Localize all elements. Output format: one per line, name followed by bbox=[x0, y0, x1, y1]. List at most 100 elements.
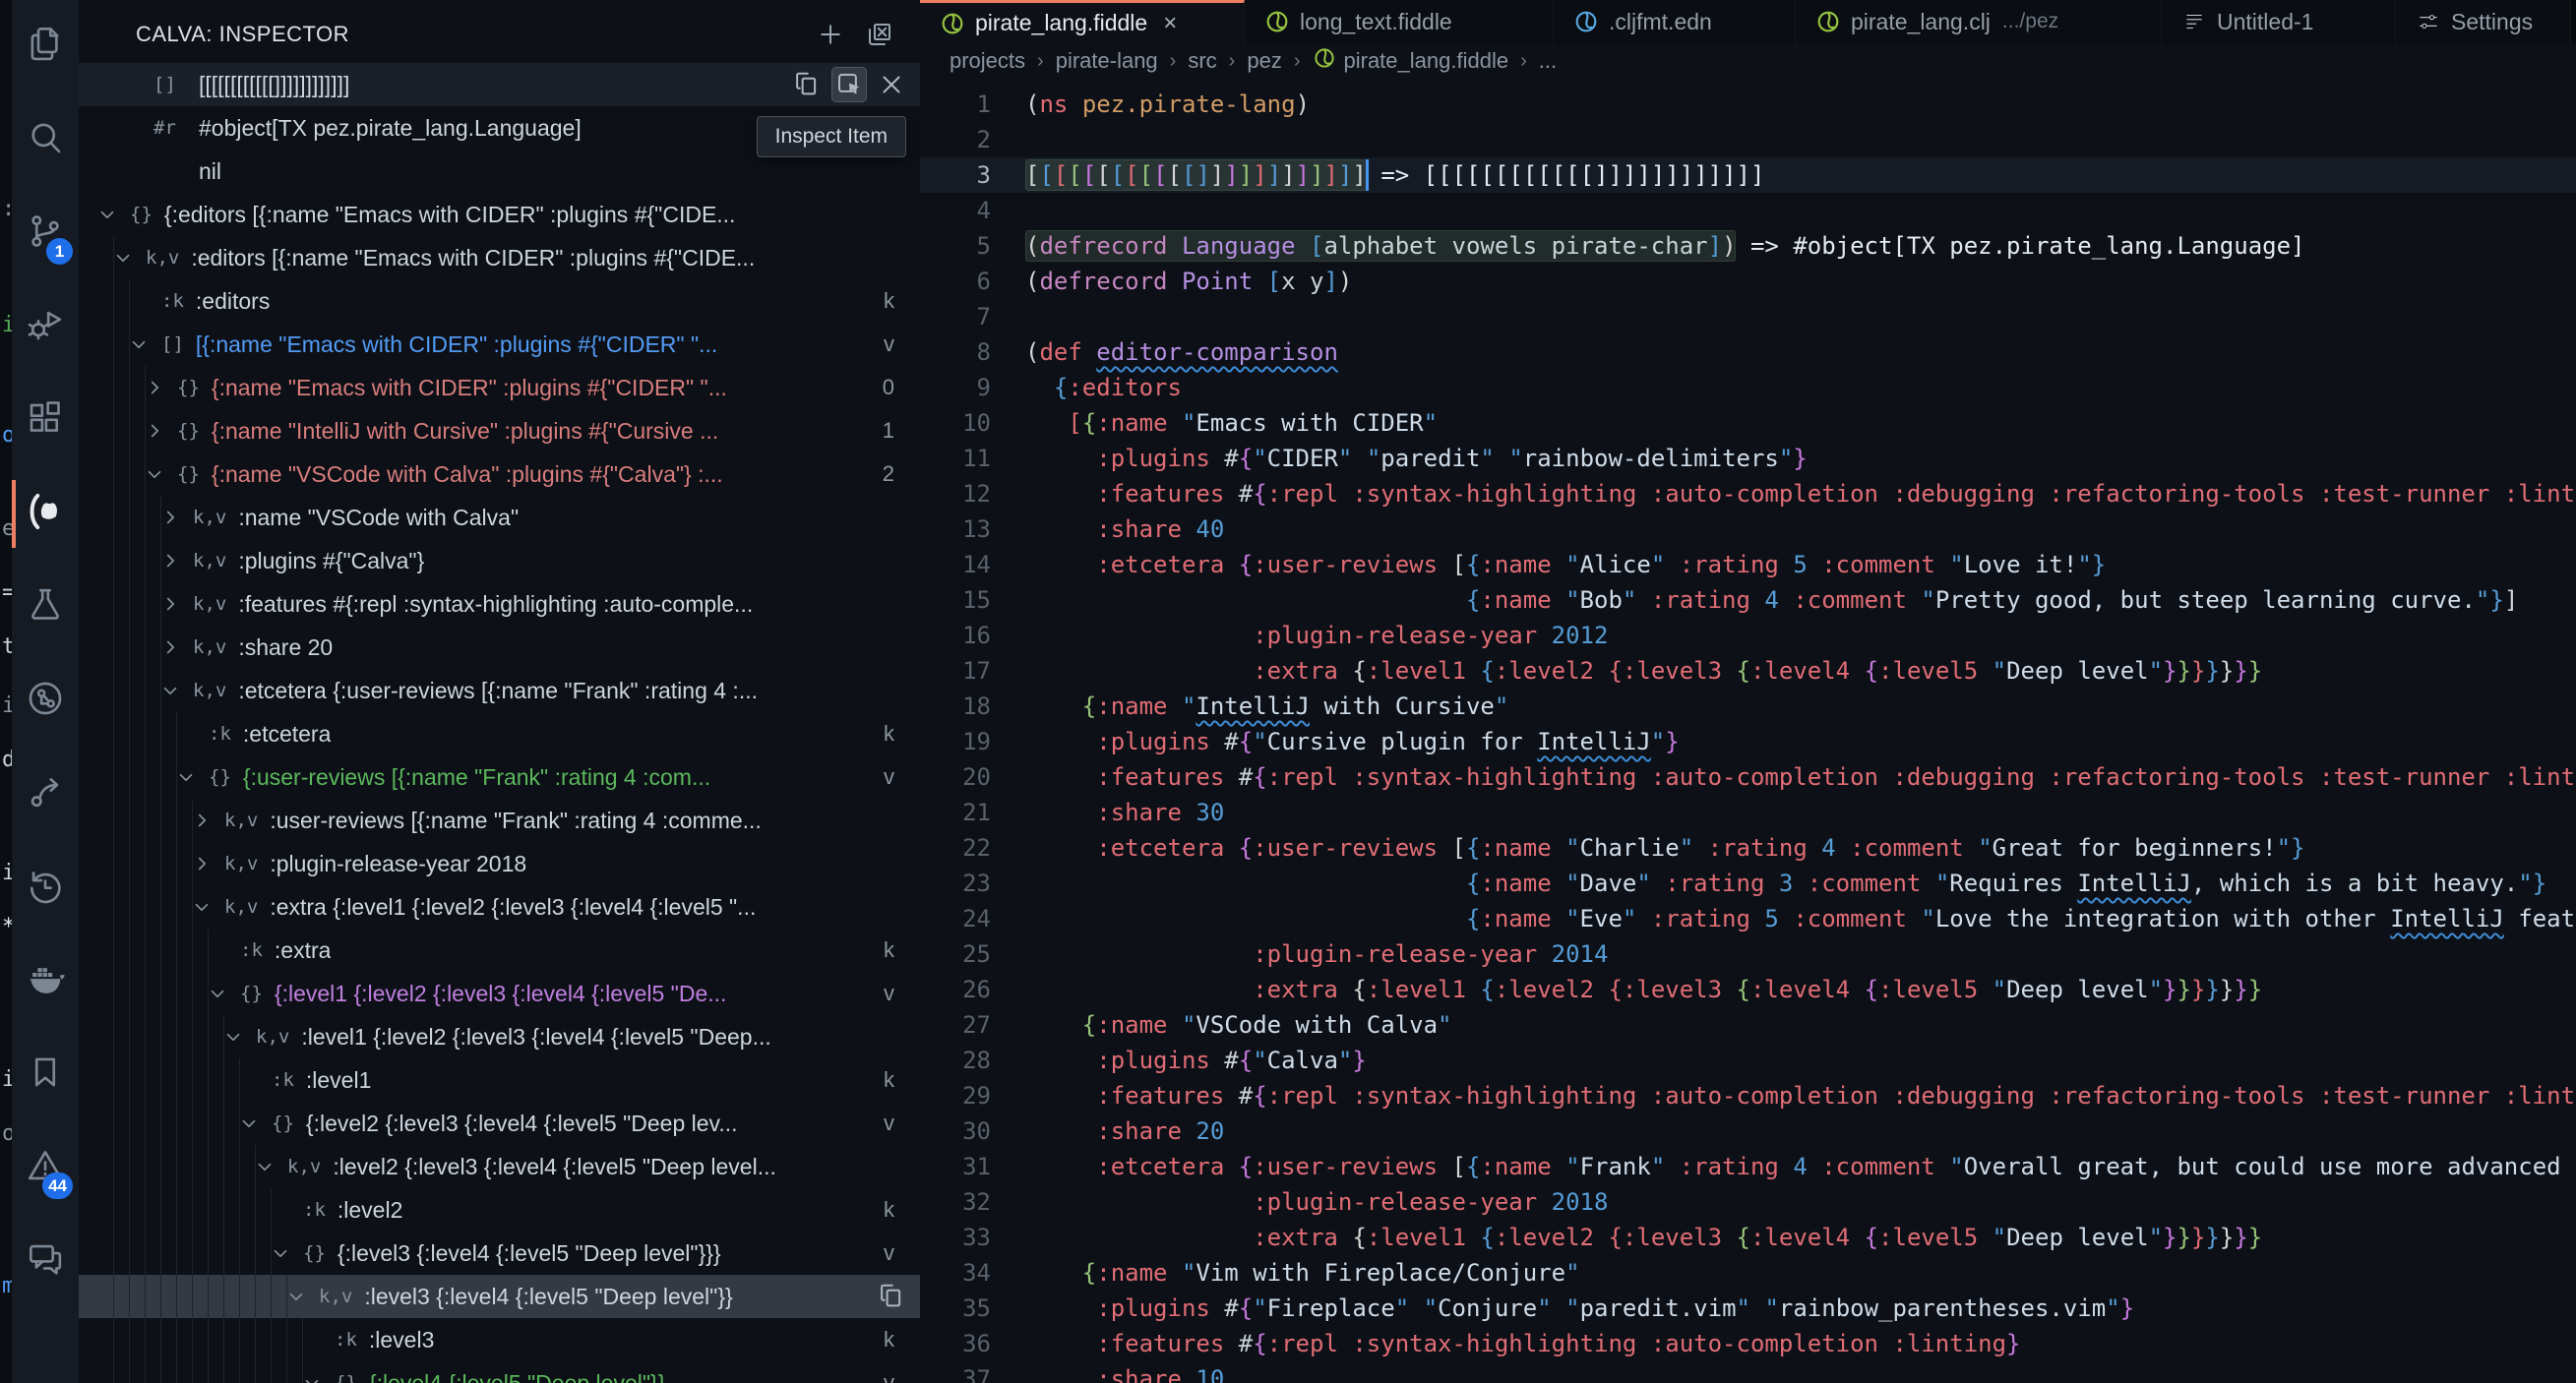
activity-item-extensions[interactable] bbox=[12, 374, 79, 467]
code-line-7[interactable]: 7 bbox=[920, 299, 2576, 334]
tree-row[interactable]: k,v:share 20 bbox=[79, 626, 920, 669]
chevron-right-icon[interactable] bbox=[159, 550, 193, 571]
chevron-right-icon[interactable] bbox=[144, 420, 177, 442]
chevron-right-icon[interactable] bbox=[159, 507, 193, 528]
tree-row[interactable]: {} {:level3 {:level4 {:level5 "Deep level… bbox=[79, 1232, 920, 1275]
code-line-8[interactable]: 8 (def editor-comparison bbox=[920, 334, 2576, 370]
chevron-down-icon[interactable] bbox=[175, 766, 209, 788]
tree-row[interactable]: k,v:name "VSCode with Calva" bbox=[79, 496, 920, 539]
chevron-down-icon[interactable] bbox=[112, 247, 146, 269]
code-line-29[interactable]: 29 :features #{:repl :syntax-highlightin… bbox=[920, 1078, 2576, 1113]
chevron-right-icon[interactable] bbox=[191, 810, 224, 831]
tree-row[interactable]: k,v:level3 {:level4 {:level5 "Deep level… bbox=[79, 1275, 920, 1318]
chevron-down-icon[interactable] bbox=[207, 983, 240, 1004]
code-line-33[interactable]: 33 :extra {:level1 {:level2 {:level3 {:l… bbox=[920, 1220, 2576, 1255]
tree-row[interactable]: {} {:level2 {:level3 {:level4 {:level5 "D… bbox=[79, 1102, 920, 1145]
tree-row[interactable]: k,v:level1 {:level2 {:level3 {:level4 {:… bbox=[79, 1015, 920, 1058]
tab-pirate-lang-fiddle[interactable]: pirate_lang.fiddle × bbox=[920, 0, 1245, 43]
tree-row[interactable]: k,v:extra {:level1 {:level2 {:level3 {:l… bbox=[79, 885, 920, 929]
tree-row[interactable]: k,v:plugin-release-year 2018 bbox=[79, 842, 920, 885]
code-line-36[interactable]: 36 :features #{:repl :syntax-highlightin… bbox=[920, 1326, 2576, 1361]
activity-item-live-share[interactable] bbox=[12, 748, 79, 841]
tree-row[interactable]: k,v:features #{:repl :syntax-highlightin… bbox=[79, 582, 920, 626]
tree-row[interactable]: [] [{:name "Emacs with CIDER" :plugins #{… bbox=[79, 323, 920, 366]
activity-item-docker[interactable] bbox=[12, 934, 79, 1028]
add-item-button[interactable] bbox=[814, 18, 847, 51]
breadcrumb-item[interactable]: ... bbox=[1539, 48, 1557, 74]
code-line-11[interactable]: 11 :plugins #{"CIDER" "paredit" "rainbow… bbox=[920, 441, 2576, 476]
code-line-31[interactable]: 31 :etcetera {:user-reviews [{:name "Fra… bbox=[920, 1149, 2576, 1184]
tree-row[interactable]: {} {:name "Emacs with CIDER" :plugins #{"… bbox=[79, 366, 920, 409]
tab-untitled-1[interactable]: Untitled-1 bbox=[2162, 0, 2396, 43]
code-line-3[interactable]: 3 [[[[[[[[[[[[]]]]]]]]]]]] => [[[[[[[[[[[… bbox=[920, 157, 2576, 193]
tab-pirate-lang-clj[interactable]: pirate_lang.clj .../pez bbox=[1796, 0, 2162, 43]
code-editor[interactable]: 1 (ns pez.pirate-lang) 2 3[[[[[[[[[[[[]]]]]… bbox=[920, 79, 2576, 1383]
tree-row[interactable]: {} {:user-reviews [{:name "Frank" :rating… bbox=[79, 755, 920, 799]
chevron-down-icon[interactable] bbox=[285, 1286, 319, 1307]
code-line-32[interactable]: 32 :plugin-release-year 2018 bbox=[920, 1184, 2576, 1220]
code-line-16[interactable]: 16 :plugin-release-year 2012 bbox=[920, 618, 2576, 653]
tree-row[interactable]: :k:editors k bbox=[79, 279, 920, 323]
code-line-14[interactable]: 14 :etcetera {:user-reviews [{:name "Ali… bbox=[920, 547, 2576, 582]
code-line-17[interactable]: 17 :extra {:level1 {:level2 {:level3 {:l… bbox=[920, 653, 2576, 689]
tab-long-text-fiddle[interactable]: long_text.fiddle bbox=[1245, 0, 1554, 43]
breadcrumb-item[interactable]: projects bbox=[950, 48, 1025, 74]
chevron-down-icon[interactable] bbox=[128, 333, 161, 355]
chevron-down-icon[interactable] bbox=[159, 680, 193, 701]
code-line-26[interactable]: 26 :extra {:level1 {:level2 {:level3 {:l… bbox=[920, 972, 2576, 1007]
chevron-down-icon[interactable] bbox=[96, 204, 130, 225]
code-line-34[interactable]: 34 {:name "Vim with Fireplace/Conjure" bbox=[920, 1255, 2576, 1291]
code-line-12[interactable]: 12 :features #{:repl :syntax-highlightin… bbox=[920, 476, 2576, 511]
chevron-down-icon[interactable] bbox=[270, 1242, 303, 1264]
activity-item-testing[interactable] bbox=[12, 561, 79, 654]
tree-row[interactable]: k,v:editors [{:name "Emacs with CIDER" :… bbox=[79, 236, 920, 279]
chevron-down-icon[interactable] bbox=[238, 1112, 272, 1134]
code-line-13[interactable]: 13 :share 40 bbox=[920, 511, 2576, 547]
chevron-down-icon[interactable] bbox=[191, 896, 224, 918]
code-line-18[interactable]: 18 {:name "IntelliJ with Cursive" bbox=[920, 689, 2576, 724]
activity-item-source-control[interactable]: 1 bbox=[12, 187, 79, 280]
code-line-22[interactable]: 22 :etcetera {:user-reviews [{:name "Cha… bbox=[920, 830, 2576, 866]
breadcrumb-item[interactable]: pirate-lang bbox=[1056, 48, 1158, 74]
tree-row[interactable]: :k:etcetera k bbox=[79, 712, 920, 755]
breadcrumb-item[interactable]: src bbox=[1188, 48, 1216, 74]
tree-row[interactable]: k,v:user-reviews [{:name "Frank" :rating… bbox=[79, 799, 920, 842]
code-line-27[interactable]: 27 {:name "VSCode with Calva" bbox=[920, 1007, 2576, 1043]
code-line-24[interactable]: 24 {:name "Eve" :rating 5 :comment "Love… bbox=[920, 901, 2576, 936]
copy-item-button[interactable] bbox=[790, 68, 824, 101]
breadcrumb-item[interactable]: pirate_lang.fiddle bbox=[1313, 46, 1508, 76]
tab-settings[interactable]: Settings bbox=[2396, 0, 2571, 43]
tab--cljfmt-edn[interactable]: .cljfmt.edn bbox=[1554, 0, 1796, 43]
code-line-19[interactable]: 19 :plugins #{"Cursive plugin for Intell… bbox=[920, 724, 2576, 759]
code-line-25[interactable]: 25 :plugin-release-year 2014 bbox=[920, 936, 2576, 972]
tree-row[interactable]: {} {:editors [{:name "Emacs with CIDER" :… bbox=[79, 193, 920, 236]
activity-item-calva[interactable] bbox=[12, 467, 79, 561]
chevron-down-icon[interactable] bbox=[144, 463, 177, 485]
chevron-down-icon[interactable] bbox=[222, 1026, 256, 1048]
code-line-28[interactable]: 28 :plugins #{"Calva"} bbox=[920, 1043, 2576, 1078]
tree-row[interactable]: :k:extra k bbox=[79, 929, 920, 972]
tree-row[interactable]: {} {:name "VSCode with Calva" :plugins #{… bbox=[79, 452, 920, 496]
code-line-10[interactable]: 10 [{:name "Emacs with CIDER" bbox=[920, 405, 2576, 441]
activity-item-bookmarks[interactable] bbox=[12, 1028, 79, 1121]
chevron-down-icon[interactable] bbox=[301, 1372, 335, 1383]
activity-item-timeline[interactable] bbox=[12, 841, 79, 934]
chevron-right-icon[interactable] bbox=[159, 636, 193, 658]
code-line-35[interactable]: 35 :plugins #{"Fireplace" "Conjure" "par… bbox=[920, 1291, 2576, 1326]
inspector-item[interactable]: [] [[[[[[[[[[[[]]]]]]]]]]]] bbox=[79, 63, 920, 106]
chevron-right-icon[interactable] bbox=[191, 853, 224, 874]
code-line-1[interactable]: 1 (ns pez.pirate-lang) bbox=[920, 87, 2576, 122]
code-line-21[interactable]: 21 :share 30 bbox=[920, 795, 2576, 830]
activity-item-search[interactable] bbox=[12, 93, 79, 187]
activity-item-problems[interactable]: 44 bbox=[12, 1121, 79, 1215]
tree-row[interactable]: :k:level3 k bbox=[79, 1318, 920, 1361]
copy-item-button[interactable] bbox=[875, 1280, 908, 1313]
chevron-right-icon[interactable] bbox=[159, 593, 193, 615]
code-line-15[interactable]: 15 {:name "Bob" :rating 4 :comment "Pret… bbox=[920, 582, 2576, 618]
code-line-30[interactable]: 30 :share 20 bbox=[920, 1113, 2576, 1149]
clear-all-button[interactable] bbox=[863, 18, 896, 51]
inspect-item-button[interactable] bbox=[831, 67, 867, 102]
close-item-button[interactable] bbox=[875, 68, 908, 101]
code-line-4[interactable]: 4 bbox=[920, 193, 2576, 228]
tree-row[interactable]: k,v:level2 {:level3 {:level4 {:level5 "D… bbox=[79, 1145, 920, 1188]
